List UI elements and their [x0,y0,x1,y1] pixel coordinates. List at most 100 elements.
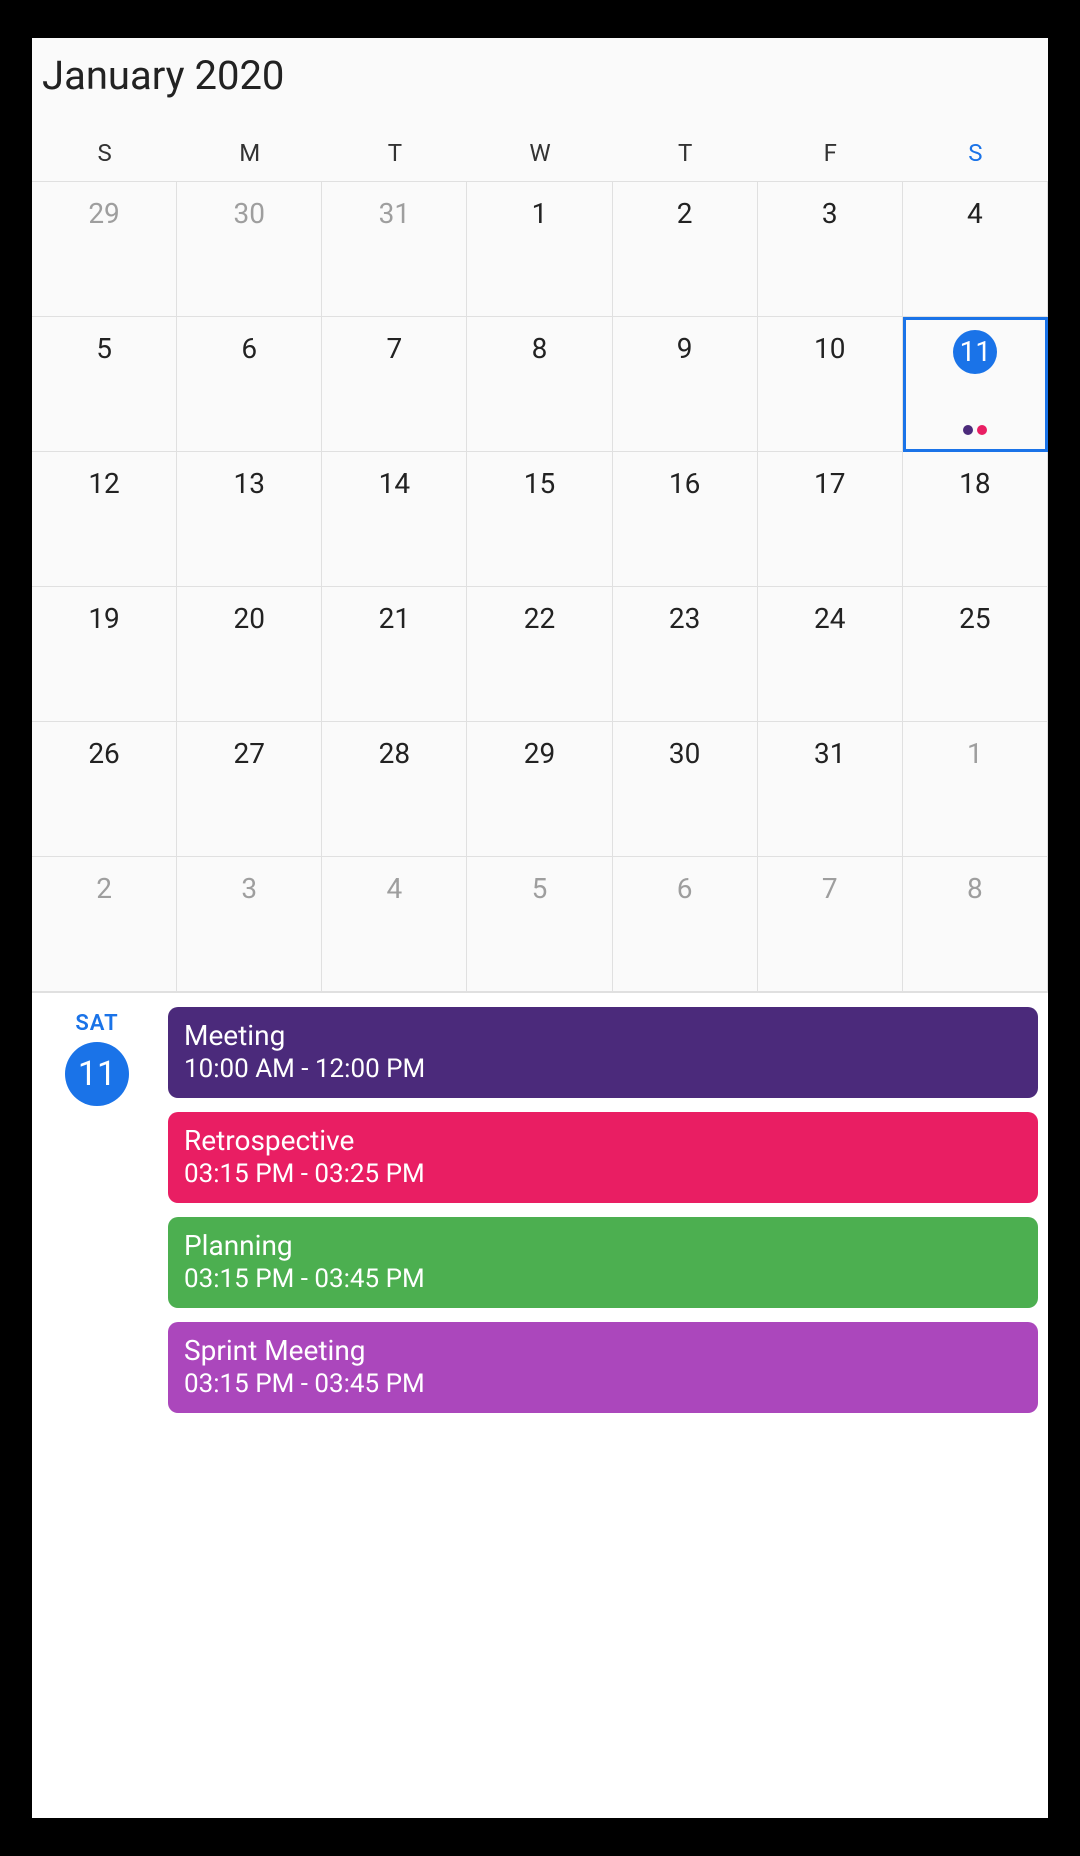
day-number: 8 [953,867,997,911]
day-number: 11 [953,330,997,374]
calendar-cell[interactable]: 3 [177,857,322,992]
calendar-cell[interactable]: 30 [177,182,322,317]
calendar-cell[interactable]: 9 [613,317,758,452]
day-number: 30 [663,732,707,776]
agenda-day-number: 11 [65,1042,129,1106]
day-number: 28 [372,732,416,776]
calendar-cell[interactable]: 21 [322,587,467,722]
calendar-cell[interactable]: 13 [177,452,322,587]
calendar-cell[interactable]: 7 [758,857,903,992]
agenda-event[interactable]: Retrospective03:15 PM - 03:25 PM [168,1112,1038,1203]
day-number: 21 [372,597,416,641]
agenda-day-indicator: SAT 11 [42,1007,152,1808]
calendar-cell[interactable]: 3 [758,182,903,317]
calendar-cell[interactable]: 23 [613,587,758,722]
agenda-event[interactable]: Sprint Meeting03:15 PM - 03:45 PM [168,1322,1038,1413]
day-number: 29 [82,192,126,236]
calendar-cell[interactable]: 29 [467,722,612,857]
calendar-cell[interactable]: 4 [903,182,1048,317]
event-title: Retrospective [184,1124,1022,1157]
weekday-sun: S [32,139,177,167]
weekday-thu: T [613,139,758,167]
calendar-cell[interactable]: 15 [467,452,612,587]
event-dot [963,425,973,435]
day-number: 7 [372,327,416,371]
calendar-cell[interactable]: 14 [322,452,467,587]
day-number: 17 [808,462,852,506]
day-number: 14 [372,462,416,506]
event-title: Planning [184,1229,1022,1262]
calendar-cell[interactable]: 10 [758,317,903,452]
day-number: 2 [82,867,126,911]
calendar-cell[interactable]: 30 [613,722,758,857]
day-number: 1 [517,192,561,236]
event-time: 03:15 PM - 03:25 PM [184,1159,1022,1189]
day-number: 12 [82,462,126,506]
calendar-cell[interactable]: 26 [32,722,177,857]
calendar-cell[interactable]: 2 [613,182,758,317]
calendar-cell[interactable]: 29 [32,182,177,317]
weekday-tue: T [322,139,467,167]
day-number: 3 [227,867,271,911]
calendar-cell[interactable]: 6 [177,317,322,452]
event-time: 03:15 PM - 03:45 PM [184,1369,1022,1399]
weekday-wed: W [467,139,612,167]
day-number: 23 [663,597,707,641]
day-number: 5 [517,867,561,911]
day-number: 7 [808,867,852,911]
calendar-cell[interactable]: 7 [322,317,467,452]
calendar-cell[interactable]: 1 [903,722,1048,857]
calendar-cell[interactable]: 31 [322,182,467,317]
calendar-cell[interactable]: 5 [32,317,177,452]
agenda-event[interactable]: Planning03:15 PM - 03:45 PM [168,1217,1038,1308]
calendar-cell[interactable]: 25 [903,587,1048,722]
event-time: 03:15 PM - 03:45 PM [184,1264,1022,1294]
calendar-cell[interactable]: 8 [903,857,1048,992]
calendar-app: January 2020 S M T W T F S 2930311234567… [32,38,1048,1818]
day-number: 6 [227,327,271,371]
calendar-cell[interactable]: 4 [322,857,467,992]
calendar-cell[interactable]: 28 [322,722,467,857]
calendar-cell[interactable]: 27 [177,722,322,857]
calendar-cell[interactable]: 2 [32,857,177,992]
day-number: 18 [953,462,997,506]
calendar-cell[interactable]: 16 [613,452,758,587]
day-number: 25 [953,597,997,641]
event-title: Meeting [184,1019,1022,1052]
day-number: 4 [372,867,416,911]
day-number: 30 [227,192,271,236]
day-number: 8 [517,327,561,371]
day-number: 10 [808,327,852,371]
calendar-cell[interactable]: 6 [613,857,758,992]
calendar-cell[interactable]: 11 [903,317,1048,452]
calendar-cell[interactable]: 1 [467,182,612,317]
event-time: 10:00 AM - 12:00 PM [184,1054,1022,1084]
day-number: 3 [808,192,852,236]
day-number: 31 [808,732,852,776]
day-number: 2 [663,192,707,236]
calendar-cell[interactable]: 5 [467,857,612,992]
calendar-cell[interactable]: 18 [903,452,1048,587]
agenda-panel: SAT 11 Meeting10:00 AM - 12:00 PM Retrosp… [32,992,1048,1818]
calendar-cell[interactable]: 17 [758,452,903,587]
calendar-cell[interactable]: 24 [758,587,903,722]
agenda-events-list: Meeting10:00 AM - 12:00 PMRetrospective0… [168,1007,1038,1808]
calendar-grid: 2930311234567891011121314151617181920212… [32,181,1048,992]
day-number: 6 [663,867,707,911]
calendar-cell[interactable]: 12 [32,452,177,587]
calendar-cell[interactable]: 22 [467,587,612,722]
weekday-row: S M T W T F S [32,119,1048,181]
day-number: 5 [82,327,126,371]
day-number: 22 [517,597,561,641]
day-number: 15 [517,462,561,506]
calendar-cell[interactable]: 31 [758,722,903,857]
calendar-cell[interactable]: 20 [177,587,322,722]
calendar-cell[interactable]: 19 [32,587,177,722]
day-number: 24 [808,597,852,641]
day-number: 27 [227,732,271,776]
month-title: January 2020 [42,52,1038,99]
day-number: 1 [953,732,997,776]
agenda-event[interactable]: Meeting10:00 AM - 12:00 PM [168,1007,1038,1098]
day-number: 31 [372,192,416,236]
calendar-cell[interactable]: 8 [467,317,612,452]
